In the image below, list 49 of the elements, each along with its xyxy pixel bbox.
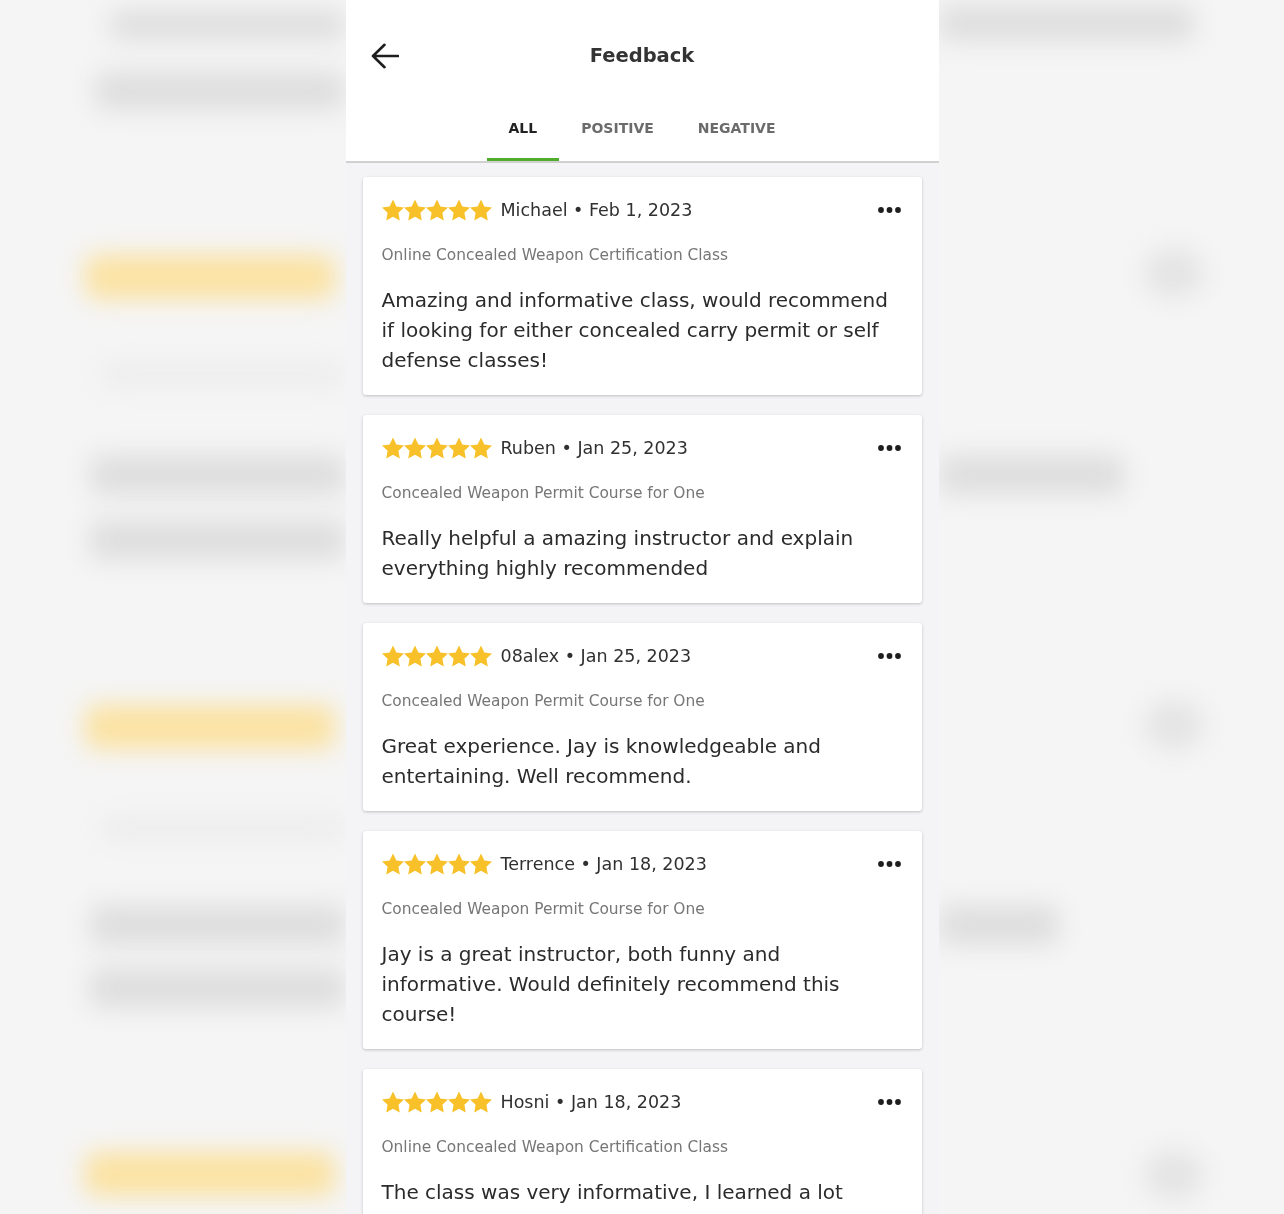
star-icon [381,853,404,875]
star-icon [403,645,426,667]
star-icon [469,437,492,459]
star-icon [425,853,448,875]
course-name: Online Concealed Weapon Certification Class [381,245,730,265]
star-icon [381,645,404,667]
review-text: The class was very informative, I learned a lot [381,1179,844,1206]
review-byline: Hosni • Jan 18, 2023 [500,1091,682,1114]
course-name: Concealed Weapon Permit Course for One [381,483,706,503]
more-icon[interactable] [877,445,901,451]
star-icon [447,645,470,667]
star-icon [425,1091,448,1113]
course-name: Online Concealed Weapon Certification Class [381,1137,730,1157]
course-name: Concealed Weapon Permit Course for One [381,899,706,919]
review-text: Really helpful a amazing instructor and explain everything highly recommended [381,525,855,582]
page-title: Feedback [589,44,695,68]
star-icon [447,1091,470,1113]
star-icon [403,853,426,875]
review-byline: 08alex • Jan 25, 2023 [500,645,692,668]
star-icon [469,199,492,221]
review-text: Amazing and informative class, would recommend if looking for either concealed carry permit or self defense classes! [381,287,889,374]
review-text: Jay is a great instructor, both funny and informative. Would definitely recommend this course! [381,941,841,1028]
filter-tab[interactable]: POSITIVE [559,112,676,161]
star-icon [381,199,404,221]
star-icon [447,199,470,221]
more-icon[interactable] [877,861,901,867]
star-icon [469,645,492,667]
star-icon [425,437,448,459]
review-byline: Michael • Feb 1, 2023 [500,199,693,222]
review-text: Great experience. Jay is knowledgeable and entertaining. Well recommend. [381,733,822,790]
star-icon [447,437,470,459]
star-icon [447,853,470,875]
star-icon [469,1091,492,1113]
course-name: Concealed Weapon Permit Course for One [381,691,706,711]
star-icon [381,1091,404,1113]
back-arrow-icon[interactable] [370,43,399,69]
review-byline: Ruben • Jan 25, 2023 [500,437,688,460]
review-byline: Terrence • Jan 18, 2023 [500,853,707,876]
more-icon[interactable] [877,207,901,213]
star-icon [403,199,426,221]
filter-tab[interactable]: NEGATIVE [675,112,798,161]
star-icon [425,199,448,221]
star-icon [403,1091,426,1113]
star-icon [403,437,426,459]
star-icon [469,853,492,875]
star-icon [381,437,404,459]
more-icon[interactable] [877,1099,901,1105]
star-icon [425,645,448,667]
more-icon[interactable] [877,653,901,659]
